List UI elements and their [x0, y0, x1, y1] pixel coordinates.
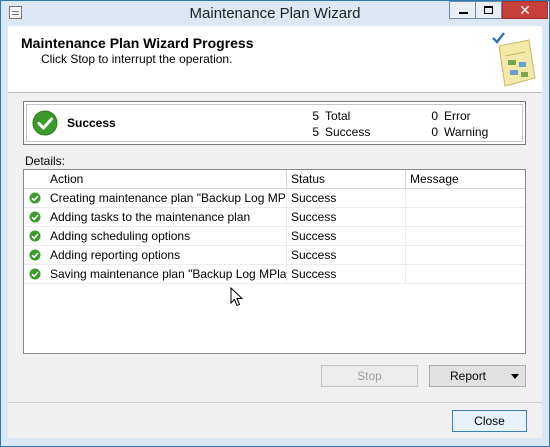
wizard-window: Maintenance Plan Wizard ✕ Maintenance Pl…: [0, 0, 550, 447]
table-row[interactable]: Adding reporting options Success: [24, 246, 525, 265]
grid-header: Action Status Message: [24, 170, 525, 189]
table-row[interactable]: Creating maintenance plan "Backup Log MP…: [24, 189, 525, 208]
error-count: 0: [431, 109, 438, 123]
status-cell: Success: [287, 208, 406, 227]
stop-button[interactable]: Stop: [321, 365, 418, 387]
message-cell: [406, 265, 525, 284]
table-row[interactable]: Adding tasks to the maintenance plan Suc…: [24, 208, 525, 227]
message-cell: [406, 227, 525, 246]
action-cell: Adding scheduling options: [46, 227, 287, 246]
action-cell: Adding reporting options: [46, 246, 287, 265]
page-title: Maintenance Plan Wizard Progress: [21, 35, 254, 51]
wizard-header: Maintenance Plan Wizard Progress Click S…: [8, 26, 542, 93]
message-cell: [406, 246, 525, 265]
summary-panel: Success 5 Total 5 Success 0 Error 0 Warn…: [23, 101, 526, 145]
success-label: Success: [325, 125, 371, 139]
check-circle-icon: [29, 211, 41, 223]
summary-status: Success: [67, 116, 116, 130]
details-label: Details:: [25, 154, 66, 168]
check-circle-icon: [29, 230, 41, 242]
wizard-graphic-icon: [492, 32, 536, 87]
column-header-action[interactable]: Action: [24, 170, 287, 188]
status-cell: Success: [287, 265, 406, 284]
close-window-button[interactable]: ✕: [502, 1, 548, 19]
action-cell: Saving maintenance plan "Backup Log MPla…: [46, 265, 287, 284]
page-subtitle: Click Stop to interrupt the operation.: [41, 52, 233, 66]
action-cell: Creating maintenance plan "Backup Log MP…: [46, 189, 287, 208]
status-cell: Success: [287, 189, 406, 208]
close-icon: ✕: [519, 2, 531, 18]
error-label: Error: [444, 109, 471, 123]
check-circle-icon: [32, 110, 58, 136]
total-label: Total: [325, 109, 351, 123]
details-grid[interactable]: Action Status Message Creating maintenan…: [23, 169, 526, 354]
status-cell: Success: [287, 227, 406, 246]
success-count: 5: [312, 125, 319, 139]
column-header-status[interactable]: Status: [287, 170, 406, 188]
warning-label: Warning: [444, 125, 489, 139]
check-circle-icon: [29, 249, 41, 261]
table-row[interactable]: Saving maintenance plan "Backup Log MPla…: [24, 265, 525, 284]
report-button[interactable]: Report: [429, 365, 526, 387]
total-count: 5: [312, 109, 319, 123]
table-row[interactable]: Adding scheduling options Success: [24, 227, 525, 246]
status-cell: Success: [287, 246, 406, 265]
client-area: Maintenance Plan Wizard Progress Click S…: [8, 26, 542, 438]
title-bar[interactable]: Maintenance Plan Wizard ✕: [1, 1, 549, 25]
report-button-label: Report: [450, 369, 487, 383]
chevron-down-icon: [511, 374, 519, 379]
maximize-button[interactable]: [475, 1, 502, 19]
message-cell: [406, 208, 525, 227]
warning-count: 0: [431, 125, 438, 139]
action-cell: Adding tasks to the maintenance plan: [46, 208, 287, 227]
divider: [8, 402, 542, 403]
message-cell: [406, 189, 525, 208]
mouse-cursor-icon: [230, 287, 244, 307]
check-circle-icon: [29, 268, 41, 280]
column-header-message[interactable]: Message: [406, 170, 525, 188]
minimize-button[interactable]: [449, 1, 476, 19]
close-button[interactable]: Close: [452, 410, 527, 432]
check-circle-icon: [29, 192, 41, 204]
